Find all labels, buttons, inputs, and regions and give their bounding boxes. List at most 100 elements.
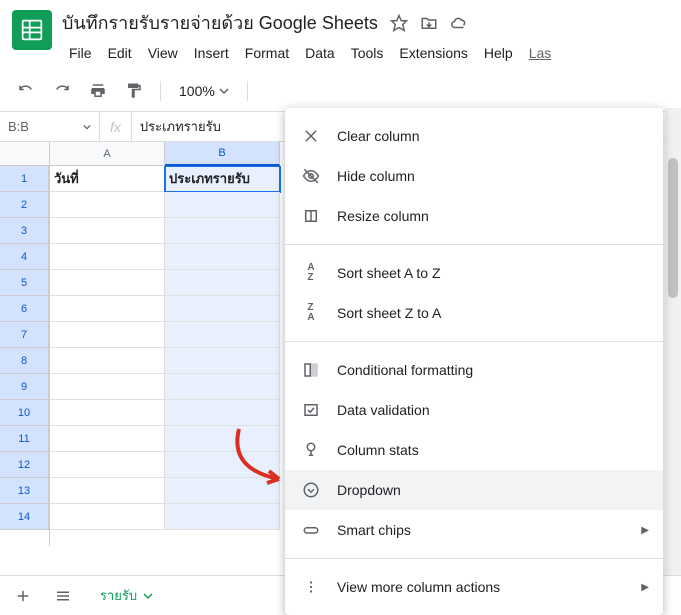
row-header[interactable]: 12 bbox=[0, 452, 49, 478]
add-sheet-button[interactable] bbox=[10, 583, 36, 609]
ctx-sort-za[interactable]: ZA Sort sheet Z to A bbox=[285, 293, 663, 333]
cell[interactable] bbox=[50, 296, 165, 322]
row-header[interactable]: 4 bbox=[0, 244, 49, 270]
hide-icon bbox=[301, 166, 321, 186]
redo-button[interactable] bbox=[48, 77, 76, 105]
ctx-column-stats[interactable]: Column stats bbox=[285, 430, 663, 470]
menu-extensions[interactable]: Extensions bbox=[392, 41, 474, 65]
ctx-smart-chips[interactable]: Smart chips ▶ bbox=[285, 510, 663, 550]
menubar: File Edit View Insert Format Data Tools … bbox=[62, 41, 669, 65]
stats-icon bbox=[301, 440, 321, 460]
row-headers: 1 2 3 4 5 6 7 8 9 10 11 12 13 14 bbox=[0, 166, 50, 546]
row-header[interactable]: 5 bbox=[0, 270, 49, 296]
row-header[interactable]: 6 bbox=[0, 296, 49, 322]
star-icon[interactable] bbox=[390, 14, 408, 32]
row-header[interactable]: 13 bbox=[0, 478, 49, 504]
ctx-label: Smart chips bbox=[337, 522, 411, 538]
ctx-conditional-formatting[interactable]: Conditional formatting bbox=[285, 350, 663, 390]
menu-more[interactable]: Las bbox=[522, 41, 559, 65]
ctx-data-validation[interactable]: Data validation bbox=[285, 390, 663, 430]
sheets-logo[interactable] bbox=[12, 10, 52, 50]
cell[interactable] bbox=[165, 504, 280, 530]
menu-tools[interactable]: Tools bbox=[344, 41, 391, 65]
menu-insert[interactable]: Insert bbox=[187, 41, 236, 65]
cell[interactable] bbox=[50, 400, 165, 426]
zoom-dropdown[interactable]: 100% bbox=[173, 83, 235, 99]
ctx-dropdown[interactable]: Dropdown bbox=[285, 470, 663, 510]
ctx-resize-column[interactable]: Resize column bbox=[285, 196, 663, 236]
vertical-scrollbar[interactable] bbox=[665, 108, 681, 575]
cell[interactable] bbox=[50, 374, 165, 400]
cell[interactable]: วันที่ bbox=[50, 166, 165, 192]
cell[interactable] bbox=[50, 426, 165, 452]
row-header[interactable]: 1 bbox=[0, 166, 49, 192]
scroll-thumb[interactable] bbox=[668, 158, 678, 298]
menu-file[interactable]: File bbox=[62, 41, 99, 65]
cell[interactable] bbox=[165, 192, 280, 218]
ctx-hide-column[interactable]: Hide column bbox=[285, 156, 663, 196]
cell[interactable] bbox=[165, 478, 280, 504]
column-context-menu: Clear column Hide column Resize column A… bbox=[285, 108, 663, 615]
sheet-tab[interactable]: รายรับ bbox=[90, 579, 163, 612]
cell[interactable] bbox=[165, 296, 280, 322]
ctx-clear-column[interactable]: Clear column bbox=[285, 116, 663, 156]
fx-label: fx bbox=[100, 112, 132, 141]
ctx-sort-az[interactable]: AZ Sort sheet A to Z bbox=[285, 253, 663, 293]
cell[interactable] bbox=[50, 348, 165, 374]
paint-format-button[interactable] bbox=[120, 77, 148, 105]
row-header[interactable]: 7 bbox=[0, 322, 49, 348]
ctx-label: Sort sheet Z to A bbox=[337, 305, 441, 321]
cell[interactable] bbox=[165, 374, 280, 400]
ctx-more-actions[interactable]: View more column actions ▶ bbox=[285, 567, 663, 607]
menu-edit[interactable]: Edit bbox=[101, 41, 139, 65]
column-header-b[interactable]: B bbox=[165, 142, 280, 166]
select-all-corner[interactable] bbox=[0, 142, 50, 166]
all-sheets-button[interactable] bbox=[50, 583, 76, 609]
cell[interactable] bbox=[165, 322, 280, 348]
row-header[interactable]: 9 bbox=[0, 374, 49, 400]
ctx-label: Conditional formatting bbox=[337, 362, 473, 378]
menu-data[interactable]: Data bbox=[298, 41, 342, 65]
more-icon bbox=[301, 577, 321, 597]
ctx-label: Column stats bbox=[337, 442, 419, 458]
cell[interactable] bbox=[50, 504, 165, 530]
menu-view[interactable]: View bbox=[141, 41, 185, 65]
row-header[interactable]: 10 bbox=[0, 400, 49, 426]
cell[interactable] bbox=[165, 244, 280, 270]
doc-title[interactable]: บันทึกรายรับรายจ่ายด้วย Google Sheets bbox=[62, 8, 378, 37]
cond-format-icon bbox=[301, 360, 321, 380]
sort-az-icon: AZ bbox=[301, 263, 321, 283]
row-header[interactable]: 11 bbox=[0, 426, 49, 452]
ctx-label: View more column actions bbox=[337, 579, 500, 595]
ctx-label: Data validation bbox=[337, 402, 430, 418]
row-header[interactable]: 3 bbox=[0, 218, 49, 244]
row-header[interactable]: 2 bbox=[0, 192, 49, 218]
cell[interactable] bbox=[50, 192, 165, 218]
cell[interactable] bbox=[50, 478, 165, 504]
cell[interactable] bbox=[165, 218, 280, 244]
cloud-icon[interactable] bbox=[450, 14, 468, 32]
move-icon[interactable] bbox=[420, 14, 438, 32]
cell[interactable]: ประเภทรายรับ bbox=[165, 166, 280, 192]
cell[interactable] bbox=[165, 452, 280, 478]
cell[interactable] bbox=[50, 244, 165, 270]
formula-input[interactable]: ประเภทรายรับ bbox=[132, 116, 229, 137]
cell[interactable] bbox=[50, 270, 165, 296]
cell[interactable] bbox=[50, 452, 165, 478]
row-header[interactable]: 14 bbox=[0, 504, 49, 530]
print-button[interactable] bbox=[84, 77, 112, 105]
cell[interactable] bbox=[50, 322, 165, 348]
menu-format[interactable]: Format bbox=[238, 41, 296, 65]
cell[interactable] bbox=[165, 348, 280, 374]
menu-help[interactable]: Help bbox=[477, 41, 520, 65]
name-box[interactable]: B:B bbox=[0, 112, 100, 141]
undo-button[interactable] bbox=[12, 77, 40, 105]
cell[interactable] bbox=[165, 400, 280, 426]
cell[interactable] bbox=[165, 426, 280, 452]
column-header-a[interactable]: A bbox=[50, 142, 165, 166]
cell[interactable] bbox=[50, 218, 165, 244]
toolbar: 100% bbox=[0, 71, 681, 112]
cell[interactable] bbox=[165, 270, 280, 296]
chevron-right-icon: ▶ bbox=[641, 582, 649, 593]
row-header[interactable]: 8 bbox=[0, 348, 49, 374]
